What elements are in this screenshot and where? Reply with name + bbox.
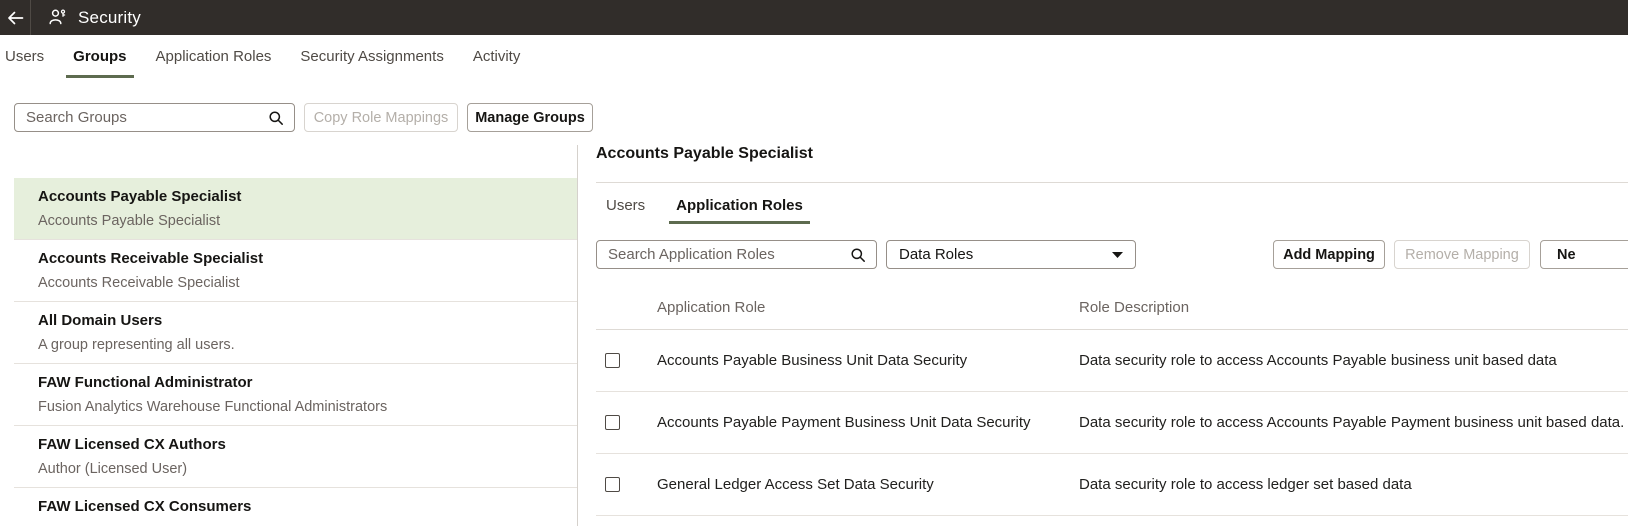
groups-search-box	[14, 103, 295, 132]
data-roles-select-value: Data Roles	[899, 246, 974, 263]
group-subtitle: A group representing all users.	[38, 337, 235, 353]
panel-divider	[577, 145, 578, 526]
group-title: Accounts Payable Specialist	[38, 188, 242, 205]
table-row[interactable]: General Ledger Access Set Data Security …	[596, 454, 1628, 516]
top-header-bar: Security	[0, 0, 1628, 35]
back-arrow-icon	[7, 11, 23, 24]
group-list-item[interactable]: All Domain Users A group representing al…	[14, 302, 577, 364]
security-console-screen: Security Users Groups Application Roles …	[0, 0, 1628, 526]
group-title: FAW Licensed CX Authors	[38, 436, 226, 453]
tab-application-roles[interactable]: Application Roles	[156, 35, 272, 81]
column-header-application-role: Application Role	[657, 298, 766, 316]
detail-tab-application-roles[interactable]: Application Roles	[669, 183, 810, 224]
table-header-row: Application Role Role Description	[596, 285, 1628, 330]
tab-activity[interactable]: Activity	[473, 35, 521, 81]
add-mapping-button[interactable]: Add Mapping	[1273, 240, 1385, 269]
row-checkbox[interactable]	[605, 353, 620, 368]
table-row[interactable]: Accounts Payable Payment Business Unit D…	[596, 392, 1628, 454]
row-checkbox[interactable]	[605, 415, 620, 430]
search-icon	[850, 247, 866, 263]
application-roles-search-input[interactable]	[597, 246, 850, 263]
tab-groups[interactable]: Groups	[66, 35, 134, 81]
header-divider	[30, 0, 31, 35]
detail-title: Accounts Payable Specialist	[596, 145, 813, 162]
table-row[interactable]: Accounts Payable Business Unit Data Secu…	[596, 330, 1628, 392]
back-button[interactable]	[0, 0, 30, 35]
application-roles-table: Application Role Role Description Accoun…	[596, 285, 1628, 516]
group-list-item[interactable]: Accounts Payable Specialist Accounts Pay…	[14, 178, 577, 240]
remove-mapping-button[interactable]: Remove Mapping	[1394, 240, 1530, 269]
application-role-cell: Accounts Payable Payment Business Unit D…	[657, 414, 1031, 431]
application-role-cell: Accounts Payable Business Unit Data Secu…	[657, 352, 968, 369]
group-title: FAW Licensed CX Consumers	[38, 498, 252, 515]
detail-tab-users[interactable]: Users	[606, 183, 645, 224]
role-description-cell: Data security role to access ledger set …	[1079, 476, 1412, 493]
tab-users[interactable]: Users	[5, 35, 44, 81]
copy-role-mappings-button[interactable]: Copy Role Mappings	[304, 103, 458, 132]
security-users-icon	[48, 8, 67, 27]
detail-tab-bar: Users Application Roles	[606, 183, 810, 224]
groups-search-input[interactable]	[15, 109, 268, 126]
group-list-item[interactable]: FAW Licensed CX Consumers	[14, 488, 577, 526]
group-list-item[interactable]: FAW Functional Administrator Fusion Anal…	[14, 364, 577, 426]
group-subtitle: Fusion Analytics Warehouse Functional Ad…	[38, 399, 388, 415]
application-role-cell: General Ledger Access Set Data Security	[657, 476, 934, 493]
new-application-role-button[interactable]: Ne	[1540, 240, 1628, 269]
groups-list: Accounts Payable Specialist Accounts Pay…	[14, 178, 577, 526]
manage-groups-button[interactable]: Manage Groups	[467, 103, 593, 132]
group-detail-panel: Accounts Payable Specialist Users Applic…	[596, 144, 1628, 526]
search-icon	[268, 110, 284, 126]
group-title: FAW Functional Administrator	[38, 374, 253, 391]
page-title: Security	[78, 7, 142, 27]
role-description-cell: Data security role to access Accounts Pa…	[1079, 352, 1557, 369]
group-title: All Domain Users	[38, 312, 163, 329]
group-title: Accounts Receivable Specialist	[38, 250, 264, 267]
application-roles-search-box	[596, 240, 877, 269]
dropdown-caret-icon	[1112, 251, 1123, 258]
role-description-cell: Data security role to access Accounts Pa…	[1079, 414, 1625, 431]
column-header-role-description: Role Description	[1079, 298, 1190, 316]
tab-security-assignments[interactable]: Security Assignments	[300, 35, 443, 81]
group-list-item[interactable]: FAW Licensed CX Authors Author (Licensed…	[14, 426, 577, 488]
main-tab-bar: Users Groups Application Roles Security …	[0, 35, 520, 81]
data-roles-select[interactable]: Data Roles	[886, 240, 1136, 269]
group-list-item[interactable]: Accounts Receivable Specialist Accounts …	[14, 240, 577, 302]
group-subtitle: Author (Licensed User)	[38, 461, 188, 477]
group-subtitle: Accounts Receivable Specialist	[38, 275, 240, 291]
row-checkbox[interactable]	[605, 477, 620, 492]
group-subtitle: Accounts Payable Specialist	[38, 213, 221, 229]
